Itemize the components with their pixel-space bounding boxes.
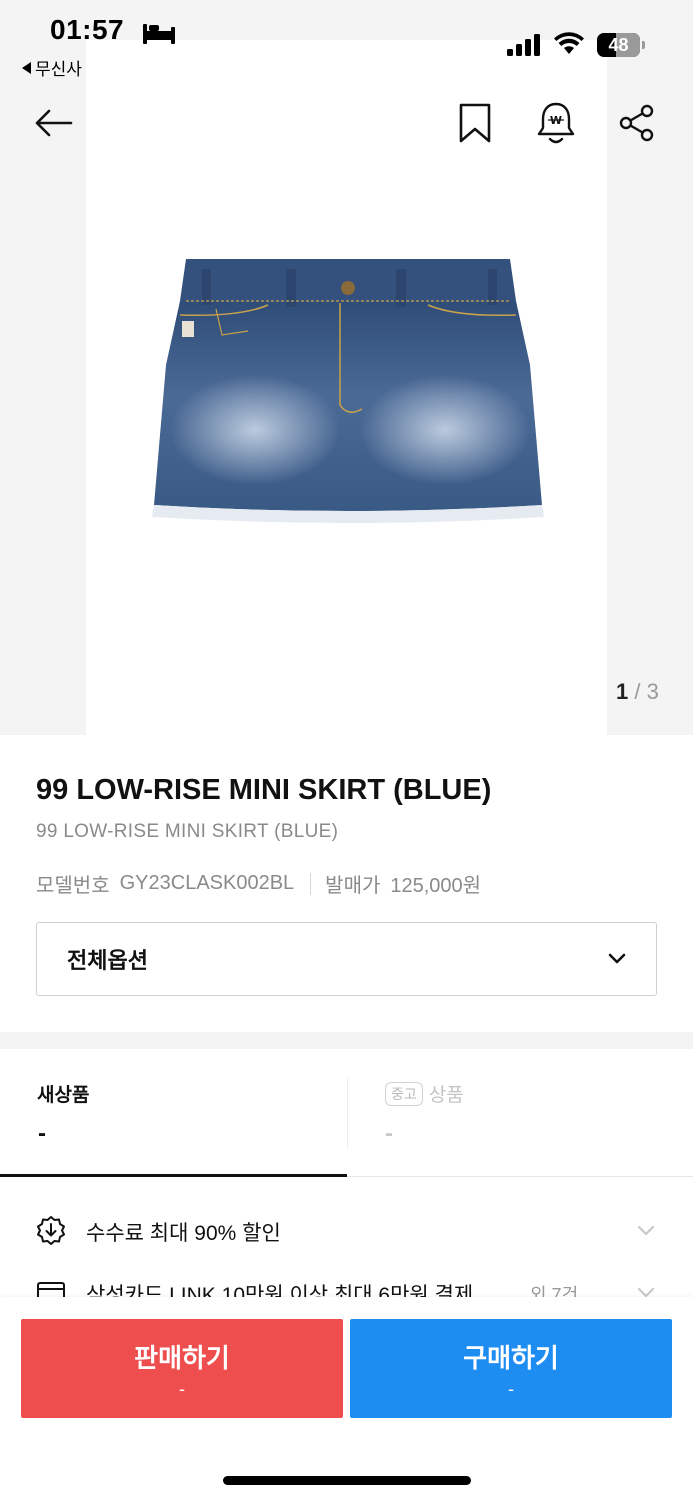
pager-total: 3 (646, 679, 659, 704)
battery-level: 48 (608, 35, 629, 55)
chevron-down-icon (608, 953, 626, 964)
release-price-label: 발매가 (325, 875, 381, 897)
tab-new-product[interactable]: 새상품 - (0, 1050, 347, 1177)
option-select[interactable]: 전체옵션 (36, 922, 657, 996)
meta-divider (310, 872, 312, 895)
chevron-down-icon (637, 1225, 655, 1236)
tab-divider (347, 1078, 348, 1148)
tab-used-price: - (385, 1120, 393, 1147)
sell-button-label: 판매하기 (134, 1342, 230, 1373)
product-meta: 모델번호 GY23CLASK002BL 발매가 125,000원 (36, 869, 481, 898)
share-button[interactable] (614, 100, 660, 146)
bookmark-button[interactable] (452, 100, 498, 146)
model-number-label: 모델번호 (36, 875, 110, 897)
sell-button-price: - (179, 1378, 185, 1399)
tab-active-indicator (0, 1174, 347, 1177)
pager-current: 1 (616, 679, 629, 704)
product-image (152, 259, 544, 523)
model-number-value: GY23CLASK002BL (119, 872, 295, 894)
buy-button-label: 구매하기 (463, 1342, 559, 1373)
tab-used-title-wrap: 중고 상품 (385, 1080, 464, 1107)
home-indicator[interactable] (223, 1476, 471, 1485)
bell-won-icon: W (537, 102, 575, 144)
option-select-label: 전체옵션 (67, 948, 148, 973)
back-button[interactable] (30, 100, 76, 146)
product-subtitle: 99 LOW-RISE MINI SKIRT (BLUE) (36, 821, 339, 842)
status-time: 01:57 (50, 14, 125, 45)
tab-used-title: 상품 (428, 1085, 464, 1106)
bookmark-icon (459, 103, 491, 143)
cellular-signal-icon (507, 34, 540, 56)
back-app-label: 무신사 (35, 60, 82, 79)
tab-new-price: - (38, 1120, 46, 1147)
product-title: 99 LOW-RISE MINI SKIRT (BLUE) (36, 774, 492, 806)
benefit-row-fee-discount[interactable]: 수수료 최대 90% 할인 (0, 1200, 693, 1260)
discount-badge-icon (37, 1216, 65, 1245)
share-icon (619, 104, 654, 142)
back-to-app-link[interactable]: 무신사 (22, 55, 82, 80)
tab-new-title: 새상품 (37, 1085, 90, 1106)
release-price-value: 125,000원 (390, 875, 482, 897)
back-triangle-icon (22, 61, 31, 74)
arrow-left-icon (35, 109, 73, 137)
used-badge: 중고 (385, 1081, 423, 1106)
price-alert-button[interactable]: W (533, 100, 579, 146)
wifi-icon (554, 32, 584, 54)
buy-button-price: - (508, 1378, 514, 1399)
gallery-pager: 1 / 3 (616, 679, 659, 705)
section-divider (0, 1032, 693, 1049)
buy-button[interactable]: 구매하기 - (350, 1319, 672, 1418)
pager-separator: / (628, 679, 647, 704)
product-gallery[interactable]: 01:57 무신사 48 W 1 / 3 (0, 0, 693, 735)
sleep-mode-icon (143, 24, 175, 44)
benefit-text: 수수료 최대 90% 할인 (86, 1222, 281, 1245)
battery-indicator: 48 (597, 33, 645, 57)
sell-button[interactable]: 판매하기 - (21, 1319, 343, 1418)
tab-used-product[interactable]: 중고 상품 - (347, 1050, 693, 1177)
